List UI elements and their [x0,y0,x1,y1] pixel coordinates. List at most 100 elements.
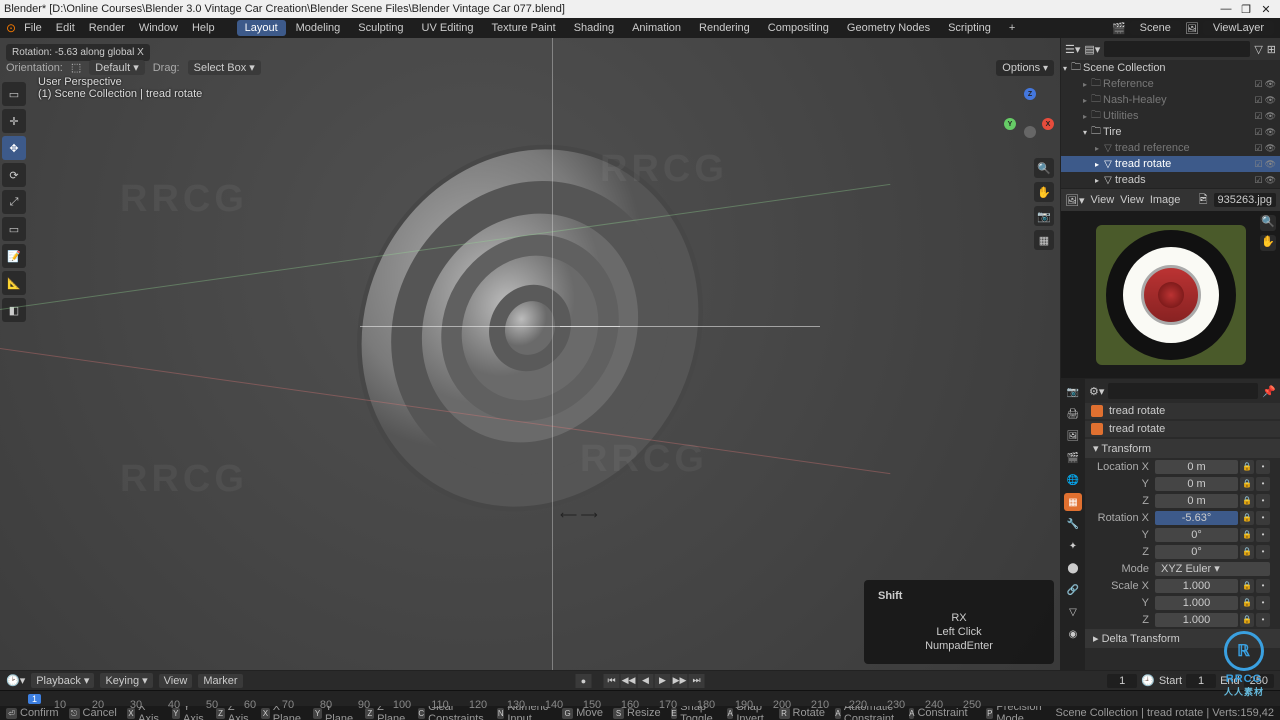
props-tab-particles[interactable]: ✦ [1064,537,1082,555]
workspace-tab-scripting[interactable]: Scripting [940,20,999,36]
start-frame-field[interactable]: 1 [1186,674,1216,688]
orientation-dropdown[interactable]: Default ▾ [89,60,144,75]
props-tab-output[interactable]: 🖨 [1064,405,1082,423]
props-tab-data[interactable]: ▽ [1064,603,1082,621]
outliner-item[interactable]: ▸▽tread reference☑👁 [1061,140,1280,156]
workspace-tab-layout[interactable]: Layout [237,20,286,36]
tool-annotate[interactable]: 📝 [2,244,26,268]
imgview-menu-view[interactable]: View [1091,194,1115,206]
menu-render[interactable]: Render [83,20,131,36]
props-tab-scene[interactable]: 🎬 [1064,449,1082,467]
nav-gizmo[interactable]: X Y Z [1004,88,1054,138]
workspace-tab-rendering[interactable]: Rendering [691,20,758,36]
zoom-icon[interactable]: 🔍 [1034,158,1054,178]
location-x-field[interactable]: 0 m [1155,460,1238,474]
autokey-toggle[interactable]: ● [576,674,592,688]
tool-select-box[interactable]: ▭ [2,82,26,106]
playhead[interactable]: 1 [28,694,41,704]
breadcrumb-data[interactable]: tread rotate [1109,423,1165,435]
jump-end-button[interactable]: ⏭ [689,674,705,688]
location-y-field[interactable]: 0 m [1155,477,1238,491]
workspace-tab-compositing[interactable]: Compositing [760,20,837,36]
lock-icon[interactable]: 🔒 [1240,545,1254,559]
imgview-menu-image[interactable]: Image [1150,194,1181,206]
outliner-scene-collection[interactable]: ▾🗀Scene Collection [1061,60,1280,76]
window-minimize-button[interactable]: — [1216,3,1236,15]
lock-icon[interactable]: 🔒 [1240,511,1254,525]
window-maximize-button[interactable]: ❐ [1236,3,1256,16]
editor-type-icon[interactable]: 🖼▾ [1065,194,1085,207]
timeline-ruler[interactable]: 1 10203040506070809010011012013014015016… [0,690,1280,706]
transform-panel-header[interactable]: ▾ Transform [1085,439,1280,458]
rotation-z-field[interactable]: 0° [1155,545,1238,559]
scale-y-field[interactable]: 1.000 [1155,596,1238,610]
lock-icon[interactable]: 🔒 [1240,494,1254,508]
new-collection-icon[interactable]: ⊞ [1267,43,1276,56]
window-close-button[interactable]: ✕ [1256,3,1276,16]
tool-scale[interactable]: ⤢ [2,190,26,214]
scene-selector[interactable]: Scene [1130,21,1181,35]
play-button[interactable]: ▶ [655,674,671,688]
breadcrumb-object[interactable]: tread rotate [1109,405,1165,417]
filter-icon[interactable]: ▽ [1254,43,1262,56]
timeline-menu-view[interactable]: View [159,674,193,688]
gizmo-z-axis[interactable]: Z [1024,88,1036,100]
workspace-tab-modeling[interactable]: Modeling [288,20,349,36]
lock-icon[interactable]: 🔒 [1240,596,1254,610]
tool-rotate[interactable]: ⟳ [2,163,26,187]
props-tab-object[interactable]: ▦ [1064,493,1082,511]
play-reverse-button[interactable]: ◀ [638,674,654,688]
lock-icon[interactable]: 🔒 [1240,579,1254,593]
jump-start-button[interactable]: ⏮ [604,674,620,688]
props-tab-material[interactable]: ◉ [1064,625,1082,643]
lock-icon[interactable]: 🔒 [1240,460,1254,474]
gizmo-x-axis[interactable]: X [1042,118,1054,130]
rotation-y-field[interactable]: 0° [1155,528,1238,542]
props-editor-type-icon[interactable]: ⚙▾ [1089,385,1104,398]
scale-z-field[interactable]: 1.000 [1155,613,1238,627]
tool-cursor[interactable]: ✛ [2,109,26,133]
keyframe-prev-button[interactable]: ◀◀ [621,674,637,688]
lock-icon[interactable]: 🔒 [1240,477,1254,491]
props-search-input[interactable] [1108,383,1258,399]
props-tab-render[interactable]: 📷 [1064,383,1082,401]
tool-add-cube[interactable]: ◧ [2,298,26,322]
keyframe-dot-icon[interactable]: • [1256,613,1270,627]
workspace-tab-texturepaint[interactable]: Texture Paint [484,20,564,36]
grid-icon[interactable]: ▦ [1034,230,1054,250]
viewlayer-selector[interactable]: ViewLayer [1203,21,1274,35]
tool-move[interactable]: ✥ [2,136,26,160]
timeline-editor-type-icon[interactable]: 🕑▾ [6,674,25,687]
menu-window[interactable]: Window [133,20,184,36]
keyframe-dot-icon[interactable]: • [1256,494,1270,508]
outliner-item[interactable]: ▸🗀Utilities☑👁 [1061,108,1280,124]
current-frame-field[interactable]: 1 [1107,674,1137,688]
keyframe-dot-icon[interactable]: • [1256,545,1270,559]
camera-icon[interactable]: 📷 [1034,206,1054,226]
lock-icon[interactable]: 🔒 [1240,613,1254,627]
timeline-menu-playback[interactable]: Playback ▾ [31,673,94,688]
props-tab-constraints[interactable]: 🔗 [1064,581,1082,599]
workspace-tab-shading[interactable]: Shading [566,20,622,36]
image-filename[interactable]: 935263.jpg [1214,193,1276,207]
preview-range-icon[interactable]: 🕘 [1141,674,1155,687]
keyframe-dot-icon[interactable]: • [1256,477,1270,491]
outliner-mode-icon[interactable]: ☰▾ [1065,43,1080,56]
props-pin-icon[interactable]: 📌 [1262,385,1276,398]
scale-x-field[interactable]: 1.000 [1155,579,1238,593]
menu-file[interactable]: File [18,20,48,36]
outliner-item[interactable]: ▾🗀Tire☑👁 [1061,124,1280,140]
props-tab-world[interactable]: 🌐 [1064,471,1082,489]
rotation-x-field[interactable]: -5.63° [1155,511,1238,525]
props-tab-viewlayer[interactable]: 🖼 [1064,427,1082,445]
outliner-item[interactable]: ▸🗀Reference☑👁 [1061,76,1280,92]
outliner-search-input[interactable] [1104,41,1250,57]
menu-edit[interactable]: Edit [50,20,81,36]
3d-viewport[interactable]: Rotation: -5.63 along global X Orientati… [0,38,1060,670]
drag-dropdown[interactable]: Select Box ▾ [188,60,261,75]
props-tab-physics[interactable]: ⬤ [1064,559,1082,577]
outliner-filter-icon[interactable]: ▤▾ [1084,43,1100,56]
img-pan-icon[interactable]: ✋ [1260,235,1276,251]
img-zoom-icon[interactable]: 🔍 [1260,215,1276,231]
viewport-options-dropdown[interactable]: Options ▾ [996,60,1054,76]
